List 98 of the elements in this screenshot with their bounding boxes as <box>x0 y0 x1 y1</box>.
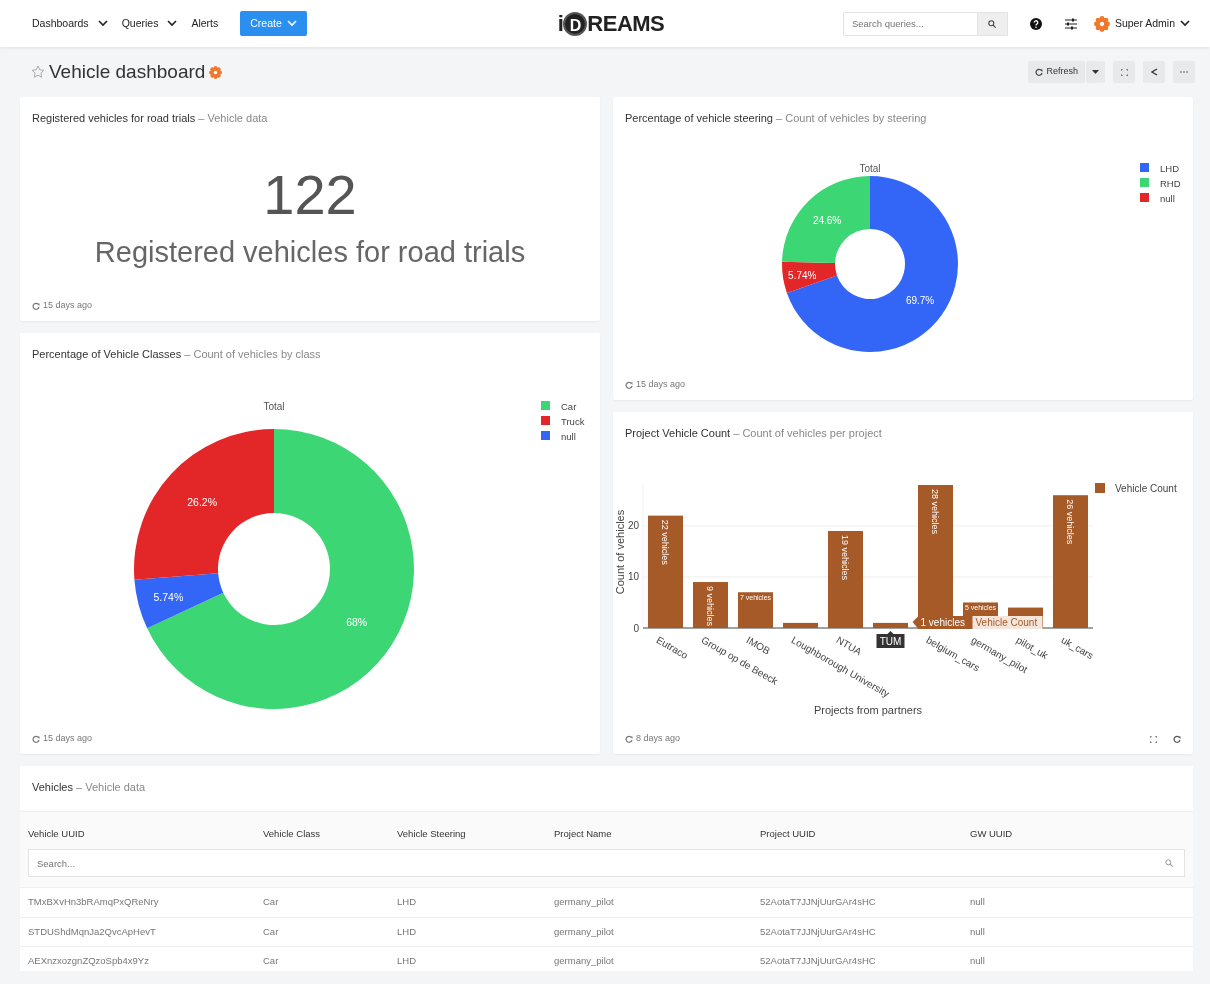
widget-title: Project Vehicle Count <box>625 427 731 439</box>
gear-icon <box>1093 15 1110 32</box>
axis-tick-label: 0 <box>633 622 639 634</box>
dashboard-title: Vehicle dashboard <box>49 59 206 84</box>
data-label: 28 vehicles <box>930 489 940 535</box>
table-cell: Car <box>255 887 389 917</box>
refresh-icon[interactable] <box>1173 735 1181 743</box>
gear-icon <box>209 65 223 79</box>
widget-title: Percentage of vehicle steering <box>625 112 773 124</box>
search-icon <box>1165 859 1173 868</box>
counter-label: Registered vehicles for road trials <box>94 235 526 270</box>
search-icon <box>988 19 997 28</box>
chart-title: Total <box>859 163 881 174</box>
column-header[interactable]: Vehicle Steering <box>389 812 546 850</box>
column-header[interactable]: Vehicle Class <box>255 812 389 850</box>
expand-icon <box>1120 68 1128 76</box>
column-header[interactable]: GW UUID <box>962 812 1193 850</box>
legend-label: Vehicle Count <box>1115 483 1177 494</box>
refresh-button[interactable]: Refresh <box>1028 61 1085 83</box>
data-label: 5.74% <box>788 269 817 281</box>
timestamp: 15 days ago <box>43 299 93 313</box>
help-icon[interactable] <box>1029 17 1042 30</box>
data-label: 24.6% <box>812 215 842 226</box>
legend-label: RHD <box>1160 178 1181 189</box>
data-label: 26 vehicles <box>1065 499 1075 545</box>
widget-title: Vehicles <box>32 781 73 793</box>
table-cell: germany_pilot <box>546 917 752 947</box>
table-cell: 52AotaT7JJNjUurGAr4sHC <box>752 887 962 917</box>
nav-menu-item[interactable]: Alerts <box>191 15 219 32</box>
table-cell: LHD <box>389 887 546 917</box>
table-cell: 52AotaT7JJNjUurGAr4sHC <box>752 946 962 971</box>
hover-label: TUM <box>876 631 905 648</box>
table-cell: null <box>962 887 1193 917</box>
widget-subtitle: – Vehicle data <box>198 112 268 124</box>
caret-icon <box>1092 70 1099 74</box>
widget-subtitle: – Vehicle data <box>76 781 146 793</box>
legend-label: LHD <box>1160 163 1179 174</box>
share-button[interactable] <box>1143 61 1165 83</box>
search-button[interactable] <box>977 11 1008 36</box>
data-label: 26.2% <box>187 496 217 509</box>
widget-subtitle: – Count of vehicles by steering <box>776 112 927 124</box>
refresh-icon <box>625 381 633 389</box>
widget-title: Registered vehicles for road trials <box>32 112 196 124</box>
data-label: 68% <box>346 615 368 628</box>
table-cell: Car <box>255 946 389 971</box>
search-field[interactable]: Search queries... <box>842 11 978 36</box>
nav-menu-item[interactable]: Queries <box>121 15 178 32</box>
legend-label: null <box>1160 193 1175 204</box>
chart-title: Total <box>263 401 285 412</box>
user-menu[interactable]: Super Admin <box>1093 15 1190 32</box>
table-cell: null <box>962 946 1193 971</box>
axis-tick-label: 10 <box>627 571 639 583</box>
search-field[interactable]: Search... <box>28 849 1185 878</box>
nav-menu-item[interactable]: Dashboards <box>32 15 108 32</box>
refresh-icon <box>625 735 633 743</box>
data-label: 5.74% <box>153 590 184 603</box>
share-icon <box>1150 68 1158 76</box>
tooltip: 1 vehicles Vehicle Count <box>912 616 1043 629</box>
chevron-down-icon <box>1180 20 1190 27</box>
timestamp: 15 days ago <box>636 378 686 392</box>
sliders-icon[interactable] <box>1063 17 1078 30</box>
table-cell: STDUShdMqnJa2QvcApHevT <box>20 917 255 947</box>
star-icon[interactable] <box>31 65 45 79</box>
axis-title: Count of vehicles <box>614 509 626 595</box>
expand-icon[interactable] <box>1150 735 1157 743</box>
table-cell: LHD <box>389 917 546 947</box>
column-header[interactable]: Project Name <box>546 812 752 850</box>
refresh-icon <box>32 302 40 310</box>
widget-subtitle: – Count of vehicles by class <box>184 348 321 360</box>
widget-subtitle: – Count of vehicles per project <box>733 427 882 439</box>
dropdown-button[interactable] <box>1086 61 1105 83</box>
table-cell: AEXnzxozgnZQzoSpb4x9Yz <box>20 946 255 971</box>
table-cell: germany_pilot <box>546 946 752 971</box>
data-label: 9 vehicles <box>705 586 715 627</box>
counter-value: 122 <box>263 167 357 223</box>
column-header[interactable]: Project UUID <box>752 812 962 850</box>
timestamp: 8 days ago <box>636 732 681 746</box>
table-cell: TMxBXvHn3bRAmqPxQReNry <box>20 887 255 917</box>
timestamp: 15 days ago <box>43 732 93 746</box>
axis-tick-label: 20 <box>627 520 639 532</box>
legend-label: Car <box>561 401 577 412</box>
axis-title: Projects from partners <box>813 704 923 716</box>
table-cell: LHD <box>389 946 546 971</box>
table-cell: Car <box>255 917 389 947</box>
table-cell: null <box>962 917 1193 947</box>
legend-label: null <box>561 431 576 442</box>
refresh-icon <box>32 735 40 743</box>
data-label: 22 vehicles <box>660 519 670 565</box>
refresh-icon <box>1035 68 1044 76</box>
x-tick-label: TUM <box>879 636 902 647</box>
widget-title: Percentage of Vehicle Classes <box>32 348 182 360</box>
data-label: 69.7% <box>905 294 935 306</box>
chevron-down-icon <box>286 20 297 27</box>
legend-label: Truck <box>561 416 585 427</box>
column-header[interactable]: Vehicle UUID <box>20 812 255 850</box>
table-cell: 52AotaT7JJNjUurGAr4sHC <box>752 917 962 947</box>
data-label: 19 vehicles <box>840 534 850 580</box>
table-cell: germany_pilot <box>546 887 752 917</box>
